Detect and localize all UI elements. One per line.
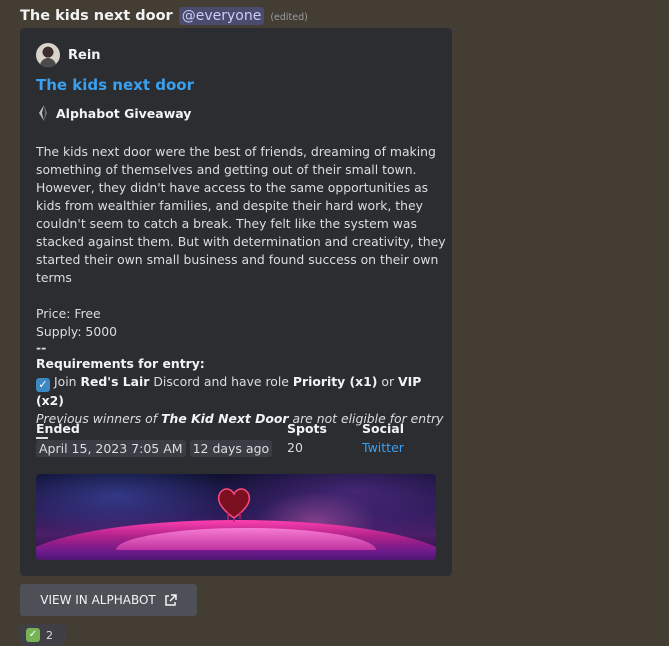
embed-provider: Alphabot Giveaway: [36, 105, 191, 121]
field-ended: Ended April 15, 2023 7:05 AM 12 days ago: [36, 421, 273, 457]
req-mid: Discord and have role: [153, 374, 289, 389]
embed-description: The kids next door were the best of frie…: [36, 143, 446, 446]
reaction-count: 2: [46, 628, 53, 642]
twitter-link[interactable]: Twitter: [362, 440, 404, 455]
field-social: Social Twitter: [362, 421, 404, 455]
req-or: or: [381, 374, 395, 389]
check-mark-icon: ✓: [26, 628, 40, 642]
heart-icon: [217, 488, 251, 522]
message-title: The kids next door: [20, 8, 173, 24]
giveaway-embed: Rein The kids next door Alphabot Giveawa…: [20, 28, 452, 576]
requirements-title: Requirements for entry:: [36, 356, 205, 371]
price-text: Price: Free: [36, 306, 101, 321]
everyone-mention[interactable]: @everyone: [178, 7, 265, 25]
ended-relative[interactable]: 12 days ago: [189, 440, 273, 457]
ended-date[interactable]: April 15, 2023 7:05 AM: [36, 440, 186, 457]
description-text: The kids next door were the best of frie…: [36, 144, 446, 285]
message-header: The kids next door @everyone (edited): [20, 5, 308, 27]
author-name[interactable]: Rein: [68, 48, 101, 63]
banner-image[interactable]: [36, 474, 436, 560]
reaction-check[interactable]: ✓ 2: [20, 624, 66, 646]
edited-label: (edited): [270, 12, 308, 23]
avatar[interactable]: [36, 43, 60, 67]
supply-text: Supply: 5000: [36, 324, 117, 339]
embed-author[interactable]: Rein: [36, 43, 101, 67]
view-button-label: VIEW IN ALPHABOT: [40, 593, 156, 607]
separator: --: [36, 340, 47, 355]
requirement-line: ✓ Join Red's Lair Discord and have role P…: [36, 373, 446, 410]
embed-title[interactable]: The kids next door: [36, 76, 194, 94]
req-join: Join: [54, 374, 77, 389]
field-spots: Spots 20: [287, 421, 327, 455]
req-role-priority: Priority (x1): [292, 374, 378, 389]
check-mark-icon: ✓: [36, 378, 50, 392]
alphabot-logo-icon: [39, 105, 47, 121]
external-link-icon: [165, 593, 177, 606]
field-social-name: Social: [362, 421, 405, 436]
req-server: Red's Lair: [80, 374, 150, 389]
provider-name: Alphabot Giveaway: [56, 105, 192, 121]
view-in-alphabot-button[interactable]: VIEW IN ALPHABOT: [20, 584, 197, 616]
field-spots-name: Spots: [287, 421, 327, 436]
field-ended-name: Ended: [36, 421, 80, 436]
spots-value: 20: [287, 440, 303, 455]
